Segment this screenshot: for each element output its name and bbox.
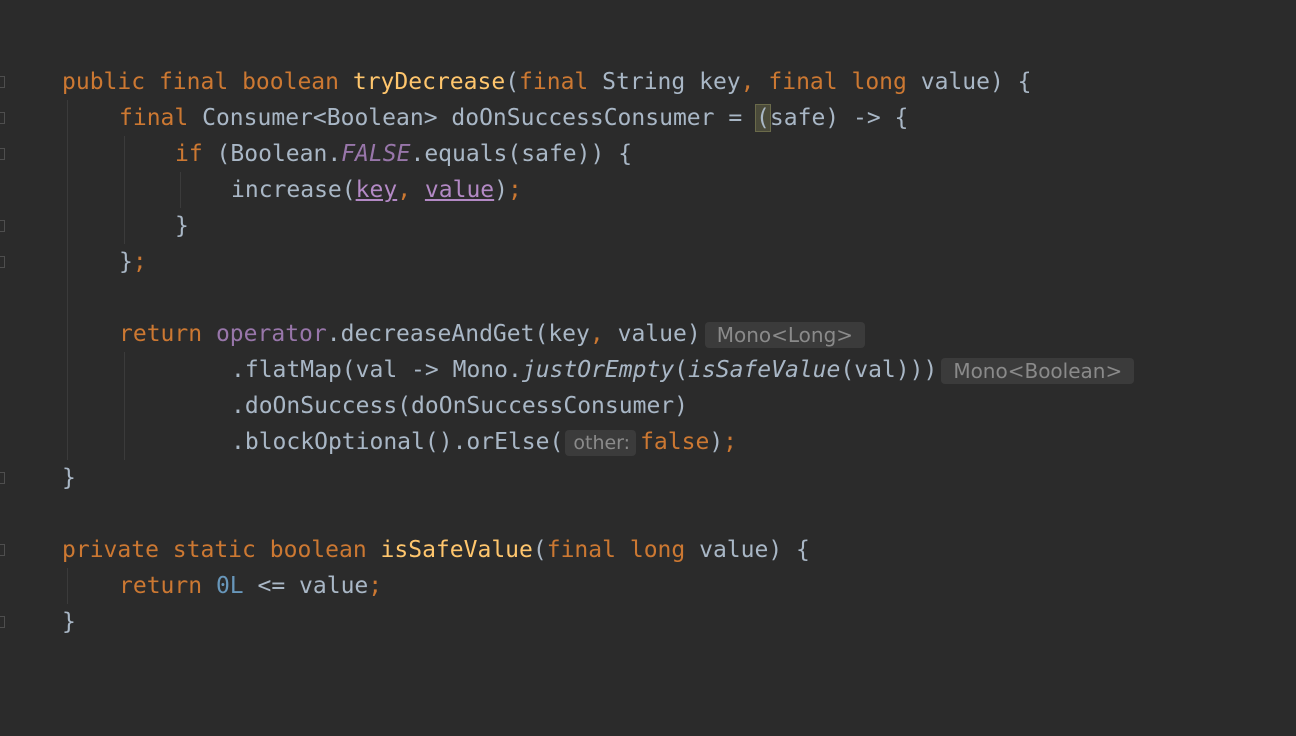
- parameter: key: [699, 69, 741, 95]
- code-line[interactable]: }: [62, 604, 76, 640]
- code-line[interactable]: if (Boolean.FALSE.equals(safe)) {: [175, 136, 632, 172]
- parameter: value: [299, 573, 369, 599]
- indent-guide: [67, 100, 68, 460]
- static-method-call: isSafeValue: [688, 357, 841, 383]
- fold-marker-icon[interactable]: [0, 76, 5, 88]
- parameter-hint: other:: [565, 429, 637, 456]
- keyword: public: [62, 69, 146, 95]
- indent-guide: [124, 352, 125, 460]
- code-line[interactable]: }: [175, 208, 189, 244]
- lambda-parameter: val: [355, 357, 398, 383]
- keyword: long: [851, 69, 907, 95]
- instance-field: operator: [215, 321, 327, 347]
- keyword: return: [119, 321, 203, 347]
- fold-marker-icon[interactable]: [0, 616, 5, 628]
- code-line[interactable]: return operator.decreaseAndGet(key, valu…: [119, 316, 866, 352]
- fold-marker-icon[interactable]: [0, 256, 5, 268]
- code-line[interactable]: .doOnSuccess(doOnSuccessConsumer): [231, 388, 688, 424]
- method-name: isSafeValue: [380, 537, 533, 563]
- keyword: boolean: [269, 537, 367, 563]
- number-literal: 0L: [215, 573, 244, 599]
- parameter: safe: [769, 105, 826, 131]
- lambda-parameter: val: [854, 357, 896, 383]
- code-line[interactable]: }: [62, 460, 76, 496]
- type-hint: Mono<Boolean>: [941, 357, 1135, 384]
- code-line[interactable]: public final boolean tryDecrease(final S…: [62, 64, 1032, 100]
- variable: doOnSuccessConsumer: [411, 393, 675, 419]
- type-hint: Mono<Long>: [704, 321, 866, 348]
- method-name: tryDecrease: [352, 69, 506, 95]
- fold-marker-icon[interactable]: [0, 544, 5, 556]
- keyword: final: [158, 69, 229, 95]
- type-name: Consumer: [202, 105, 313, 131]
- captured-parameter: key: [355, 177, 398, 203]
- indent-guide: [67, 568, 68, 604]
- captured-parameter: value: [424, 177, 495, 203]
- method-call: decreaseAndGet: [340, 321, 535, 347]
- method-call: blockOptional: [244, 429, 425, 455]
- indent-guide: [124, 136, 125, 244]
- code-line[interactable]: };: [119, 244, 147, 280]
- code-line[interactable]: increase(key, value);: [231, 172, 522, 208]
- code-editor[interactable]: public final boolean tryDecrease ( final S…: [0, 0, 1296, 736]
- type-name: Boolean: [230, 141, 328, 167]
- keyword: boolean: [242, 69, 339, 95]
- keyword: false: [640, 429, 710, 455]
- fold-marker-icon[interactable]: [0, 112, 5, 124]
- parameter: safe: [521, 141, 577, 167]
- keyword: final: [546, 537, 616, 563]
- keyword: long: [629, 537, 686, 563]
- parameter: value: [699, 537, 769, 563]
- keyword: private: [62, 537, 159, 563]
- fold-marker-icon[interactable]: [0, 148, 5, 160]
- editor-gutter: [0, 0, 12, 736]
- code-line[interactable]: .blockOptional().orElse(other: false);: [231, 424, 737, 460]
- code-line[interactable]: private static boolean isSafeValue(final…: [62, 532, 810, 568]
- keyword: final: [519, 69, 589, 95]
- method-call: orElse: [466, 429, 550, 455]
- method-call: flatMap: [244, 357, 342, 383]
- type-name: String: [602, 69, 686, 95]
- keyword: final: [768, 69, 838, 95]
- keyword: final: [119, 105, 189, 131]
- method-call: increase: [231, 177, 342, 203]
- static-field: FALSE: [341, 141, 411, 167]
- static-method-call: justOrEmpty: [521, 357, 675, 383]
- code-line[interactable]: final Consumer<Boolean> doOnSuccessConsu…: [119, 100, 908, 136]
- text-caret: (: [755, 104, 771, 132]
- keyword: static: [172, 537, 256, 563]
- keyword: if: [175, 141, 203, 167]
- fold-marker-icon[interactable]: [0, 220, 5, 232]
- variable: doOnSuccessConsumer: [451, 105, 715, 131]
- method-call: equals: [424, 141, 508, 167]
- code-line[interactable]: .flatMap(val -> Mono.justOrEmpty(isSafeV…: [231, 352, 1135, 388]
- code-line[interactable]: return 0L <= value;: [119, 568, 382, 604]
- type-name: Mono: [452, 357, 508, 383]
- indent-guide: [180, 172, 181, 208]
- keyword: return: [119, 573, 203, 599]
- parameter: key: [548, 321, 590, 347]
- parameter: value: [920, 69, 990, 95]
- method-call: doOnSuccess: [244, 393, 398, 419]
- type-name: Boolean: [326, 105, 424, 131]
- parameter: value: [617, 321, 687, 347]
- fold-marker-icon[interactable]: [0, 472, 5, 484]
